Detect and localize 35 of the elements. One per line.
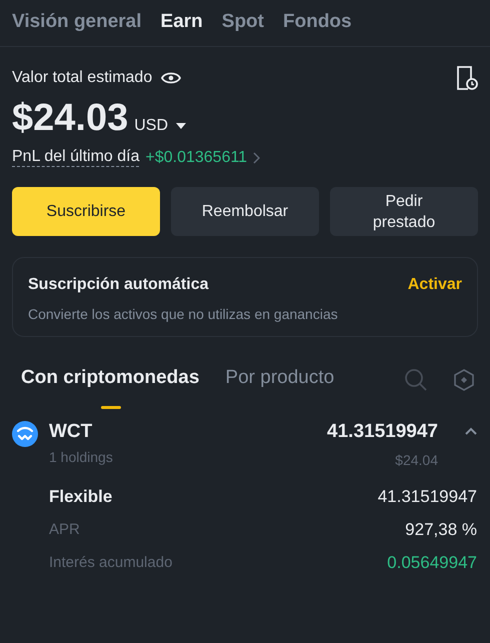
view-tab[interactable]: Con criptomonedas	[21, 367, 200, 393]
action-button[interactable]: Reembolsar	[171, 187, 319, 236]
tab[interactable]: Fondos	[283, 11, 352, 33]
pnl-value: +$0.01365611	[145, 148, 248, 166]
detail-value: 927,38 %	[405, 520, 477, 540]
collapse-icon[interactable]	[465, 427, 477, 435]
detail-label: Interés acumulado	[49, 554, 172, 571]
eye-icon[interactable]	[160, 70, 182, 86]
pnl-label[interactable]: PnL del último día	[12, 148, 140, 167]
asset-value: $24.04	[394, 452, 438, 468]
action-button[interactable]: Suscribirse	[12, 187, 160, 236]
activate-link[interactable]: Activar	[408, 276, 462, 294]
card-description: Convierte los activos que no utilizas en ganancias	[28, 306, 339, 322]
detail-value: 41.31519947	[378, 486, 477, 506]
balance-amount: $24.03	[12, 97, 128, 140]
caret-icon	[176, 123, 186, 129]
balance-label: Valor total estimado	[12, 69, 152, 87]
coin-icon	[12, 421, 38, 447]
hexagon-icon[interactable]	[454, 369, 474, 391]
asset-symbol: WCT	[49, 421, 94, 443]
history-icon[interactable]	[456, 65, 478, 91]
asset-amount: 41.31519947	[327, 421, 438, 443]
holdings-count: 1 holdings	[49, 449, 114, 465]
card-title: Suscripción automática	[28, 276, 208, 294]
view-tab[interactable]: Por producto	[225, 367, 334, 393]
chevron-icon[interactable]	[253, 152, 260, 164]
tab[interactable]: Spot	[222, 11, 264, 33]
detail-label: Flexible	[49, 486, 112, 506]
detail-value: 0.05649947	[387, 552, 477, 572]
detail-label: APR	[49, 521, 80, 538]
tab-indicator	[101, 406, 121, 409]
tab[interactable]: Visión general	[12, 11, 142, 33]
tab[interactable]: Earn	[160, 11, 203, 33]
action-button[interactable]: Pedir prestado	[330, 187, 478, 236]
currency-selector[interactable]: USD	[134, 117, 186, 135]
